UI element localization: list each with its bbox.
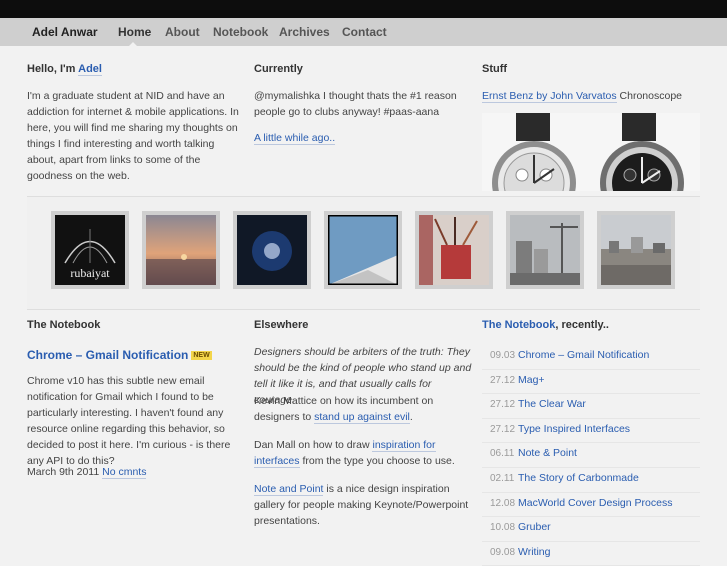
elsewhere-link-evil[interactable]: stand up against evil (314, 411, 410, 424)
intro-text: I'm a graduate student at NID and have a… (27, 90, 239, 182)
list-item[interactable]: 09.03 Chrome – Gmail Notification (482, 345, 700, 370)
list-item[interactable]: 09.08 Writing (482, 542, 700, 566)
list-item[interactable]: 10.08 Gruber (482, 517, 700, 542)
tweet-time-link[interactable]: A little while ago.. (254, 132, 336, 145)
elsewhere-link-noteandpoint[interactable]: Note and Point (254, 483, 324, 496)
recent-heading: The Notebook, recently.. (482, 319, 609, 331)
list-item[interactable]: 27.12 Type Inspired Interfaces (482, 419, 700, 444)
currently-heading: Currently (254, 63, 303, 75)
recent-post-link[interactable]: The Story of Carbonmade (518, 472, 639, 484)
rubaiyat-photo: rubaiyat (55, 215, 125, 285)
post-excerpt: Chrome v10 has this subtle new email not… (27, 375, 231, 467)
gallery-thumb[interactable] (324, 211, 402, 289)
recent-post-link[interactable]: MacWorld Cover Design Process (518, 497, 672, 509)
watches-illustration (482, 113, 700, 191)
sunset-photo (146, 215, 216, 285)
stuff-link[interactable]: Ernst Benz by John Varvatos (482, 90, 617, 103)
nav-notebook[interactable]: Notebook (213, 25, 268, 39)
gallery-thumb[interactable] (415, 211, 493, 289)
nav-contact[interactable]: Contact (342, 25, 387, 39)
elsewhere-heading: Elsewhere (254, 319, 309, 331)
stuff-caption: Ernst Benz by John Varvatos Chronoscope (482, 90, 683, 103)
gallery-thumb[interactable] (597, 211, 675, 289)
about-link[interactable]: Adel (78, 63, 102, 76)
latest-post-link[interactable]: Chrome – Gmail Notification (27, 348, 188, 362)
recent-post-link[interactable]: Mag+ (518, 374, 545, 386)
nav-home[interactable]: Home (118, 25, 151, 39)
list-item[interactable]: 27.12 The Clear War (482, 394, 700, 419)
list-item[interactable]: 12.08 MacWorld Cover Design Process (482, 493, 700, 518)
recent-post-link[interactable]: Writing (518, 546, 550, 558)
active-nav-caret (128, 42, 138, 47)
latest-tweet: @mymalishka I thought thats the #1 reaso… (254, 90, 457, 118)
thumb1-caption: rubaiyat (70, 266, 110, 280)
brushes-photo (419, 215, 489, 285)
new-badge: NEW (191, 351, 212, 360)
notebook-link[interactable]: The Notebook (482, 319, 555, 331)
recent-post-link[interactable]: Note & Point (518, 447, 577, 459)
post-date: March 9th 2011 (27, 466, 100, 478)
gallery-thumb[interactable] (142, 211, 220, 289)
recent-posts-list: 09.03 Chrome – Gmail Notification 27.12 Ma… (482, 345, 700, 566)
site-brand[interactable]: Adel Anwar (32, 25, 98, 39)
night-photo (237, 215, 307, 285)
recent-post-link[interactable]: Gruber (518, 521, 551, 533)
building-photo (326, 213, 400, 287)
list-item[interactable]: 27.12 Mag+ (482, 370, 700, 395)
watch-image[interactable] (482, 113, 700, 191)
photo-gallery: rubaiyat (27, 196, 700, 310)
cityscape-photo (601, 215, 671, 285)
list-item[interactable]: 02.11 The Story of Carbonmade (482, 468, 700, 493)
elsewhere-item: Note and Point is a nice design inspirat… (254, 483, 469, 527)
post-comments-link[interactable]: No cmnts (102, 466, 147, 479)
latest-post-title: Chrome – Gmail Notification NEW (27, 346, 212, 364)
list-item[interactable]: 06.11 Note & Point (482, 443, 700, 468)
nav-about[interactable]: About (165, 25, 200, 39)
nav-archives[interactable]: Archives (279, 25, 330, 39)
notebook-heading: The Notebook (27, 319, 101, 331)
construction-photo (510, 215, 580, 285)
main-nav: Adel Anwar Home About Notebook Archives … (0, 18, 727, 46)
recent-post-link[interactable]: Chrome – Gmail Notification (518, 349, 649, 361)
recent-post-link[interactable]: Type Inspired Interfaces (518, 423, 630, 435)
top-bar (0, 0, 727, 18)
elsewhere-item: Kevin Mattice on how its incumbent on de… (254, 395, 434, 424)
gallery-thumb[interactable] (233, 211, 311, 289)
hello-heading: Hello, I'm Adel (27, 63, 102, 76)
stuff-heading: Stuff (482, 63, 508, 75)
elsewhere-item: Dan Mall on how to draw inspiration for … (254, 439, 455, 468)
gallery-thumb[interactable] (506, 211, 584, 289)
gallery-thumb[interactable]: rubaiyat (51, 211, 129, 289)
recent-post-link[interactable]: The Clear War (518, 398, 586, 410)
post-meta: March 9th 2011 No cmnts (27, 464, 147, 480)
